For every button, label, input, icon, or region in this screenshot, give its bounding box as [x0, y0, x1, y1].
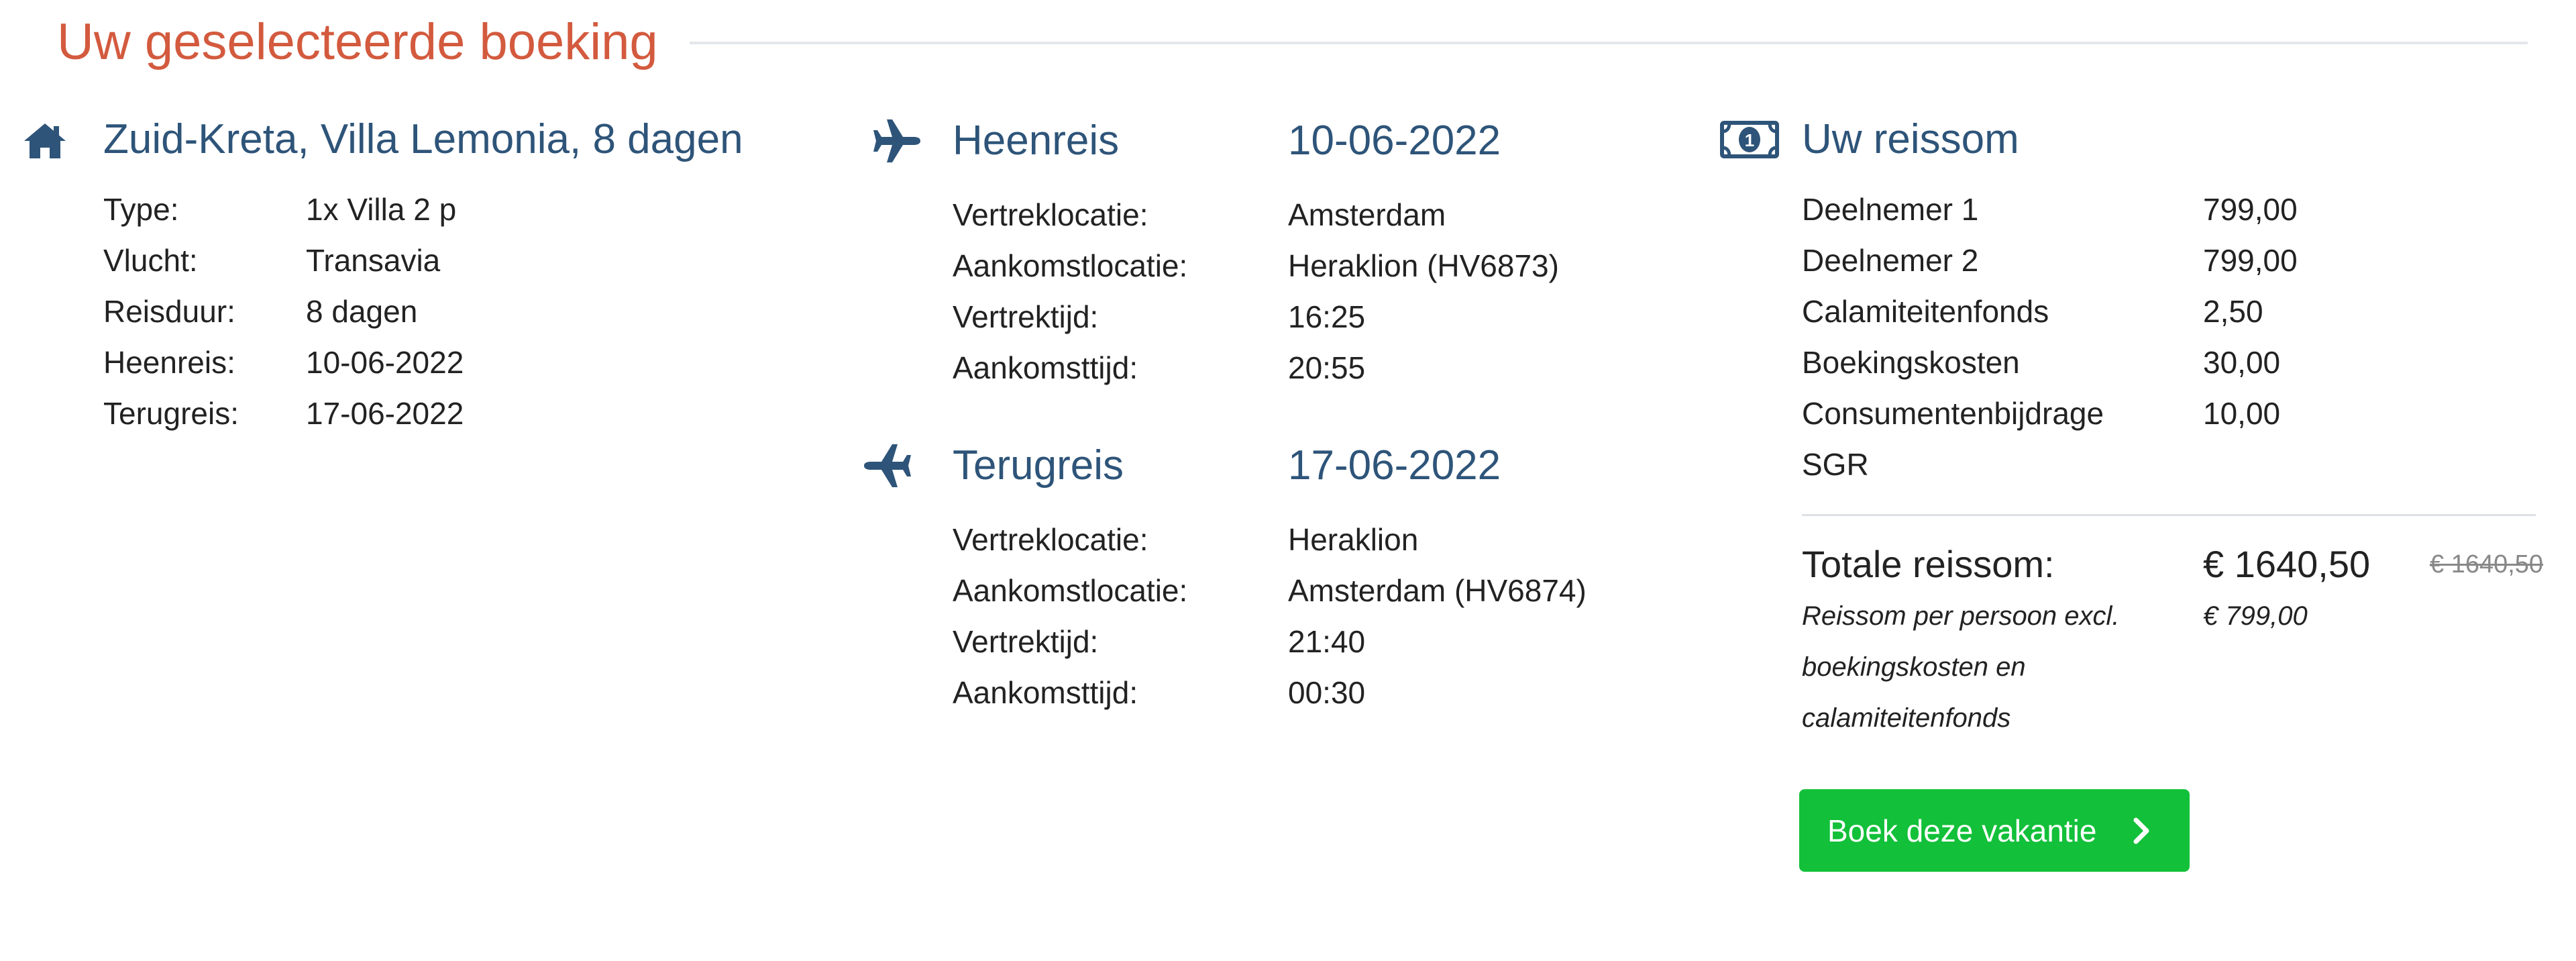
price-title: Uw reissom [1802, 116, 2019, 162]
outbound-title: Heenreis [953, 117, 1120, 164]
detail-value: 10-06-2022 [306, 345, 464, 380]
detail-label: Vertrektijd: [953, 299, 1099, 334]
detail-label: Heenreis: [103, 345, 235, 380]
book-vacation-button[interactable]: Boek deze vakantie [1799, 789, 2190, 872]
detail-value: 21:40 [1288, 624, 1366, 659]
home-icon [24, 123, 66, 158]
outbound-date: 10-06-2022 [1288, 117, 1501, 164]
detail-label: Terugreis: [103, 396, 239, 431]
price-label: Boekingskosten [1802, 345, 2020, 380]
page-title: Uw geselecteerde boeking [57, 13, 658, 70]
return-date: 17-06-2022 [1288, 442, 1501, 489]
detail-value: 20:55 [1288, 350, 1366, 385]
detail-value: Heraklion [1288, 522, 1419, 557]
price-label: Deelnemer 1 [1802, 192, 1979, 227]
price-value: 799,00 [2203, 243, 2298, 278]
svg-text:1: 1 [1745, 130, 1754, 150]
detail-label: Vertrektijd: [953, 624, 1099, 659]
price-label: Calamiteitenfonds [1802, 294, 2049, 329]
price-value: 2,50 [2203, 294, 2263, 329]
detail-label: Aankomsttijd: [953, 675, 1138, 710]
total-value: € 1640,50 [2203, 543, 2371, 585]
return-title: Terugreis [953, 442, 1124, 489]
detail-value: 00:30 [1288, 675, 1366, 710]
detail-value: Heraklion (HV6873) [1288, 248, 1559, 283]
detail-label: Aankomsttijd: [953, 350, 1138, 385]
detail-value: Transavia [306, 243, 441, 278]
price-divider [1802, 514, 2536, 516]
plane-return-icon [864, 444, 911, 487]
chevron-right-icon [2133, 817, 2149, 844]
detail-label: Type: [103, 192, 179, 227]
header-divider [690, 42, 2528, 44]
detail-label: Aankomstlocatie: [953, 248, 1188, 283]
detail-value: 8 dagen [306, 294, 418, 329]
detail-label: Vertreklocatie: [953, 197, 1148, 232]
detail-label: Vertreklocatie: [953, 522, 1148, 557]
price-value: 10,00 [2203, 396, 2281, 431]
detail-value: Amsterdam (HV6874) [1288, 573, 1587, 608]
detail-label: Vlucht: [103, 243, 198, 278]
detail-label: Aankomstlocatie: [953, 573, 1188, 608]
price-label: Consumentenbijdrage [1802, 396, 2104, 431]
detail-value: 16:25 [1288, 299, 1366, 334]
price-note: Reissom per persoon excl. boekingskosten… [1802, 601, 2120, 733]
total-old-price: € 1640,50 [2430, 550, 2544, 578]
total-label: Totale reissom: [1802, 543, 2055, 585]
price-value: 799,00 [2203, 192, 2298, 227]
money-icon: 1 [1720, 121, 1779, 158]
detail-label: Reisduur: [103, 294, 235, 329]
accommodation-title: Zuid-Kreta, Villa Lemonia, 8 dagen [103, 116, 743, 162]
book-button-label: Boek deze vakantie [1827, 813, 2097, 848]
detail-value: 1x Villa 2 p [306, 192, 457, 227]
price-value: 30,00 [2203, 345, 2281, 380]
detail-value: 17-06-2022 [306, 396, 464, 431]
price-label: Deelnemer 2 [1802, 243, 1979, 278]
plane-icon [873, 119, 920, 162]
per-person-price: € 799,00 [2203, 601, 2308, 631]
detail-value: Amsterdam [1288, 197, 1446, 232]
price-label: SGR [1802, 447, 1869, 482]
